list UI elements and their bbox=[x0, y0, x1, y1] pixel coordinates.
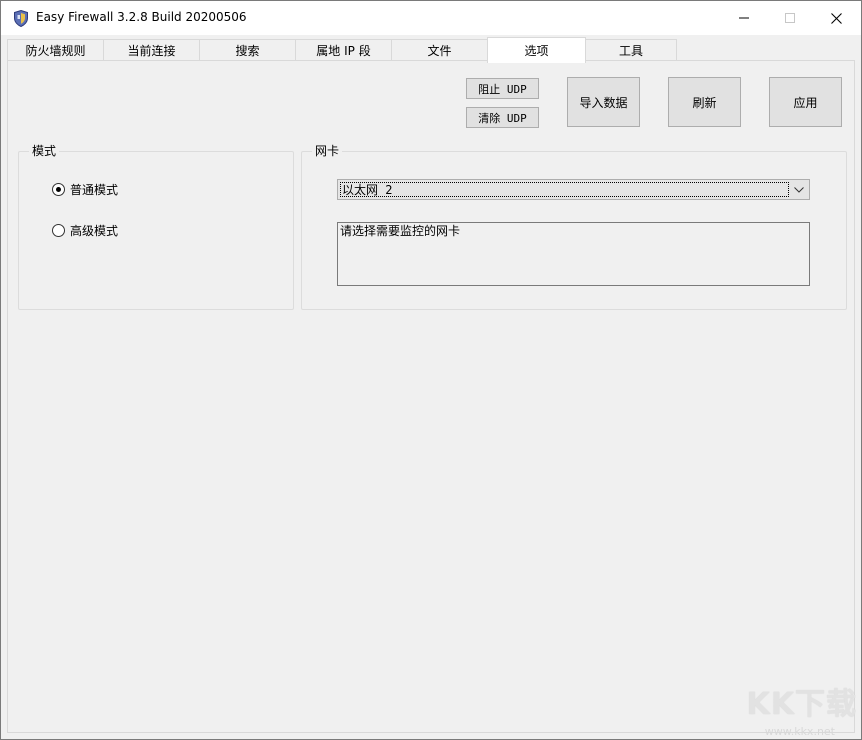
tab-tools[interactable]: 工具 bbox=[585, 39, 677, 61]
shield-icon bbox=[14, 10, 28, 27]
minimize-button[interactable] bbox=[721, 1, 767, 35]
options-panel: 阻止 UDP 清除 UDP 导入数据 刷新 应用 模式 普通模式 高级模式 网卡 bbox=[7, 60, 855, 733]
minimize-icon bbox=[739, 13, 749, 23]
nic-groupbox: 网卡 以太网 2 请选择需要监控的网卡 bbox=[301, 151, 847, 310]
close-icon bbox=[831, 13, 842, 24]
apply-button[interactable]: 应用 bbox=[769, 77, 842, 127]
maximize-icon bbox=[785, 13, 795, 23]
tab-files[interactable]: 文件 bbox=[391, 39, 488, 61]
nic-info-textbox[interactable]: 请选择需要监控的网卡 bbox=[337, 222, 810, 286]
radio-normal-label: 普通模式 bbox=[70, 181, 118, 198]
radio-checked-icon bbox=[52, 183, 65, 196]
maximize-button[interactable] bbox=[767, 1, 813, 35]
tab-label: 工具 bbox=[619, 42, 643, 59]
chevron-down-icon[interactable] bbox=[792, 183, 806, 196]
radio-advanced-mode[interactable]: 高级模式 bbox=[52, 222, 118, 239]
watermark-url: www.kkx.net bbox=[765, 725, 835, 738]
refresh-button[interactable]: 刷新 bbox=[668, 77, 741, 127]
client-area: 防火墙规则 当前连接 搜索 属地 IP 段 文件 选项 工具 阻止 UDP 清除… bbox=[7, 35, 855, 733]
app-window: Easy Firewall 3.2.8 Build 20200506 防火墙规则… bbox=[0, 0, 862, 740]
window-title: Easy Firewall 3.2.8 Build 20200506 bbox=[36, 10, 247, 24]
mode-groupbox: 模式 普通模式 高级模式 bbox=[18, 151, 294, 310]
tab-label: 文件 bbox=[427, 42, 451, 59]
tab-label: 搜索 bbox=[235, 42, 259, 59]
nic-select-value: 以太网 2 bbox=[340, 182, 789, 197]
radio-normal-mode[interactable]: 普通模式 bbox=[52, 181, 118, 198]
tab-label: 防火墙规则 bbox=[25, 42, 85, 59]
tab-current-connections[interactable]: 当前连接 bbox=[103, 39, 200, 61]
tab-firewall-rules[interactable]: 防火墙规则 bbox=[7, 39, 104, 61]
tab-label: 当前连接 bbox=[127, 42, 175, 59]
block-udp-button[interactable]: 阻止 UDP bbox=[466, 78, 539, 99]
nic-group-label: 网卡 bbox=[312, 144, 342, 158]
clear-udp-button[interactable]: 清除 UDP bbox=[466, 107, 539, 128]
tab-label: 选项 bbox=[524, 42, 548, 59]
title-bar[interactable]: Easy Firewall 3.2.8 Build 20200506 bbox=[1, 1, 861, 35]
watermark-logo: KK下载 bbox=[747, 679, 858, 723]
import-data-button[interactable]: 导入数据 bbox=[567, 77, 640, 127]
mode-group-label: 模式 bbox=[29, 144, 59, 158]
tab-options[interactable]: 选项 bbox=[487, 37, 586, 63]
tab-strip: 防火墙规则 当前连接 搜索 属地 IP 段 文件 选项 工具 bbox=[7, 37, 855, 61]
tab-label: 属地 IP 段 bbox=[316, 42, 370, 59]
tab-region-ip[interactable]: 属地 IP 段 bbox=[295, 39, 392, 61]
radio-advanced-label: 高级模式 bbox=[70, 222, 118, 239]
close-button[interactable] bbox=[813, 1, 859, 35]
tab-search[interactable]: 搜索 bbox=[199, 39, 296, 61]
radio-unchecked-icon bbox=[52, 224, 65, 237]
nic-select[interactable]: 以太网 2 bbox=[337, 179, 810, 200]
